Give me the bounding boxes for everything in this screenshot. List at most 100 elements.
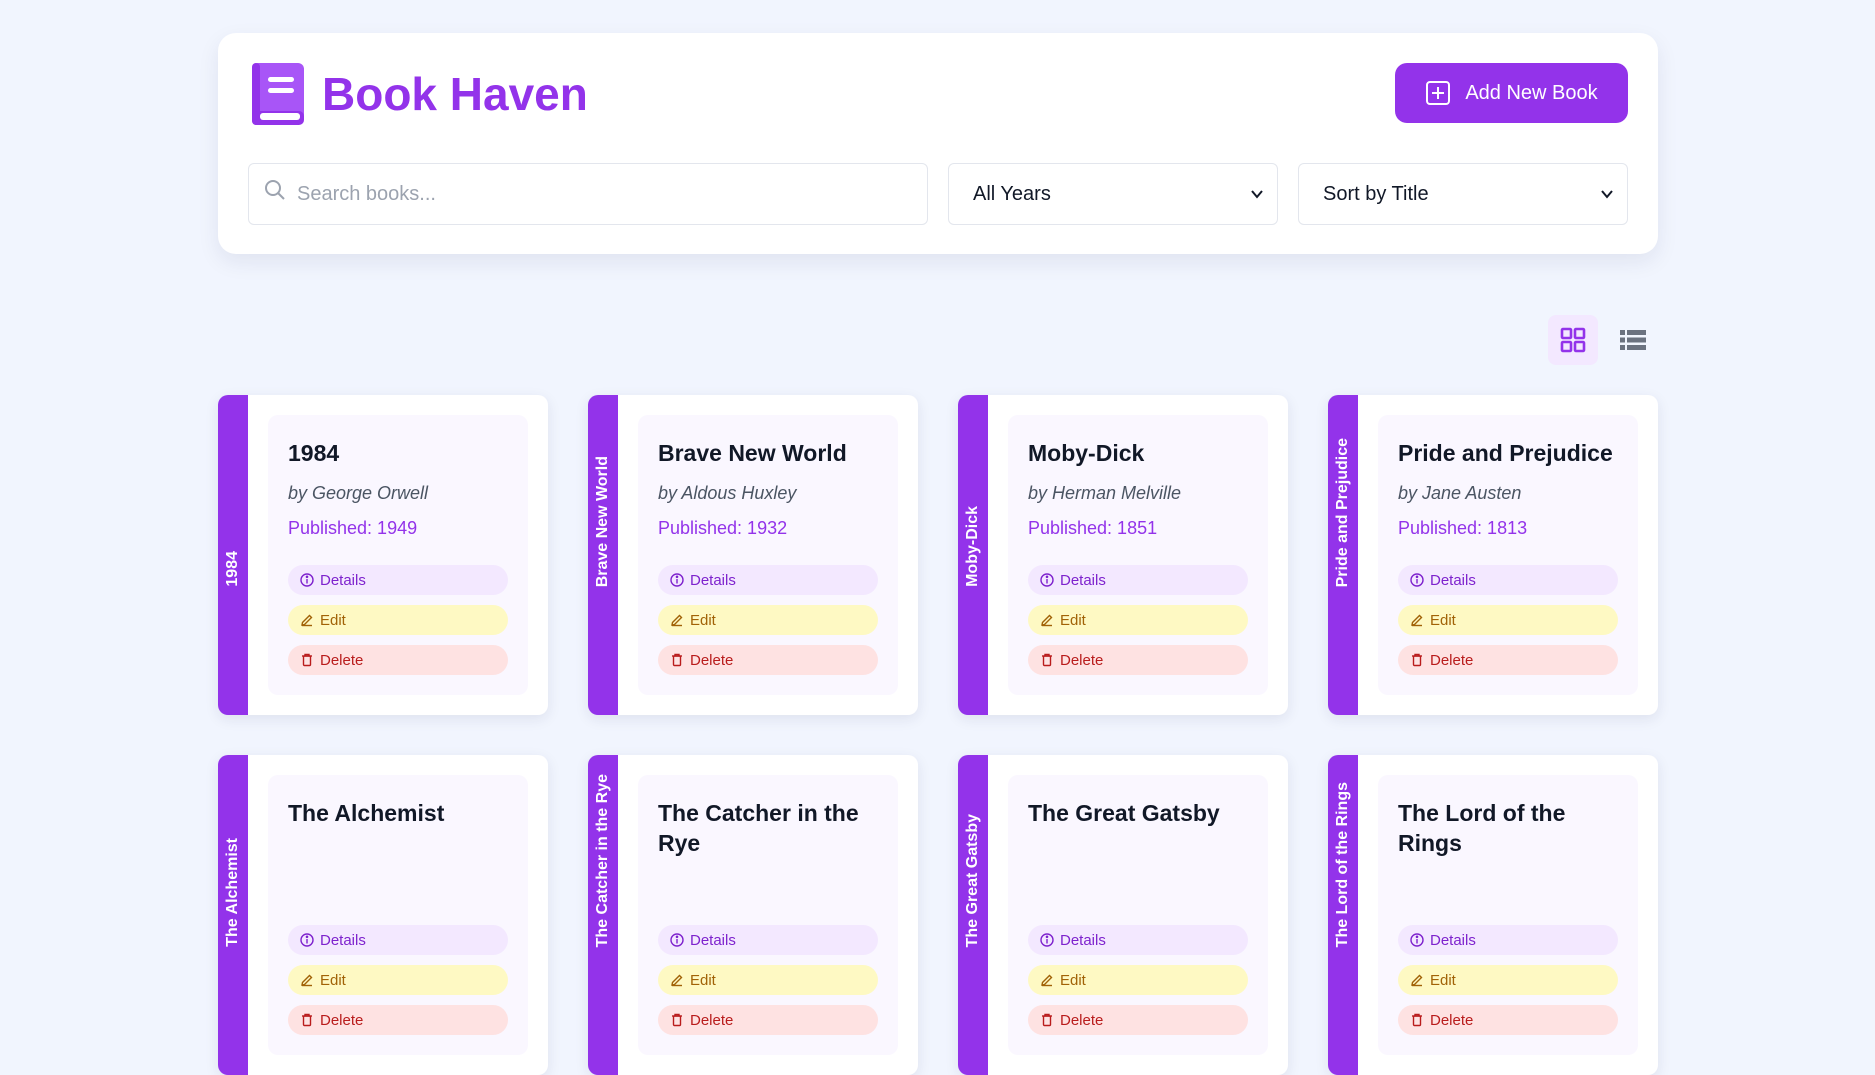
edit-button[interactable]: Edit [1028, 965, 1248, 995]
details-button[interactable]: Details [1028, 925, 1248, 955]
list-view-button[interactable] [1608, 315, 1658, 365]
book-author: by Jane Austen [1398, 483, 1522, 503]
book-spine: The Great Gatsby [958, 755, 988, 1075]
chevron-down-icon [1251, 190, 1263, 199]
details-button[interactable]: Details [288, 925, 508, 955]
book-spine-title: 1984 [224, 551, 241, 587]
book-spine-title: Pride and Prejudice [1334, 437, 1351, 587]
book-card-1: 1984 1984 by George Orwell Published: 19… [218, 395, 548, 715]
grid-view-icon [1560, 327, 1586, 353]
edit-button[interactable]: Edit [288, 605, 508, 635]
edit-label: Edit [1430, 611, 1456, 629]
book-spine: Brave New World [588, 395, 618, 715]
book-spine-title: Brave New World [594, 455, 611, 587]
delete-label: Delete [320, 651, 364, 669]
trash-icon [1042, 653, 1052, 667]
trash-icon [672, 653, 682, 667]
edit-button[interactable]: Edit [658, 965, 878, 995]
search-icon [265, 180, 285, 200]
book-card-7: The Great Gatsby The Great Gatsby Detail… [958, 755, 1288, 1075]
edit-button[interactable]: Edit [1398, 965, 1618, 995]
pencil-icon [301, 614, 313, 627]
edit-button[interactable]: Edit [288, 965, 508, 995]
details-label: Details [320, 931, 366, 949]
book-published: Published: 1851 [1028, 518, 1158, 538]
book-card-5: The Alchemist The Alchemist Details Edit [218, 755, 548, 1075]
grid-view-button[interactable] [1548, 315, 1598, 365]
plus-square-icon [1426, 81, 1451, 105]
book-author: by Aldous Huxley [658, 483, 797, 503]
book-card-8: The Lord of the Rings The Lord of the Ri… [1328, 755, 1658, 1075]
year-filter-select[interactable]: All Years [948, 163, 1278, 225]
details-button[interactable]: Details [288, 565, 508, 595]
info-icon [300, 933, 314, 947]
book-title: The Great Gatsby [1028, 800, 1220, 826]
details-button[interactable]: Details [1028, 565, 1248, 595]
book-title: The Catcher in the Rye [658, 800, 859, 856]
delete-button[interactable]: Delete [288, 1005, 508, 1035]
sort-select[interactable]: Sort by Title [1298, 163, 1628, 225]
details-label: Details [1060, 571, 1106, 589]
details-button[interactable]: Details [658, 925, 878, 955]
book-card-4: Pride and Prejudice Pride and Prejudice … [1328, 395, 1658, 715]
details-label: Details [690, 571, 736, 589]
edit-label: Edit [1430, 971, 1456, 989]
trash-icon [1042, 1013, 1052, 1027]
year-filter-value: All Years [973, 182, 1051, 205]
search-box[interactable] [248, 163, 928, 225]
book-published: Published: 1932 [658, 518, 788, 538]
delete-label: Delete [690, 1011, 734, 1029]
delete-button[interactable]: Delete [658, 1005, 878, 1035]
book-spine-title: Moby-Dick [964, 506, 981, 587]
book-card-body: The Catcher in the Rye Details Edit Dele [638, 775, 898, 1055]
delete-label: Delete [690, 651, 734, 669]
delete-label: Delete [320, 1011, 364, 1029]
details-button[interactable]: Details [658, 565, 878, 595]
book-published: Published: 1813 [1398, 518, 1528, 538]
sort-select-value: Sort by Title [1323, 182, 1429, 205]
edit-label: Edit [690, 611, 716, 629]
list-view-icon [1620, 330, 1646, 350]
details-label: Details [690, 931, 736, 949]
book-card-body: Brave New World by Aldous Huxley Publish… [638, 415, 898, 695]
delete-button[interactable]: Delete [1028, 1005, 1248, 1035]
book-spine: The Alchemist [218, 755, 248, 1075]
pencil-icon [1411, 614, 1423, 627]
pencil-icon [301, 974, 313, 987]
info-icon [1040, 933, 1054, 947]
details-button[interactable]: Details [1398, 925, 1618, 955]
book-spine-title: The Lord of the Rings [1334, 781, 1351, 947]
delete-button[interactable]: Delete [658, 645, 878, 675]
trash-icon [1412, 653, 1422, 667]
search-input[interactable] [297, 164, 897, 224]
delete-button[interactable]: Delete [1398, 1005, 1618, 1035]
edit-button[interactable]: Edit [658, 605, 878, 635]
details-button[interactable]: Details [1398, 565, 1618, 595]
book-card-body: The Great Gatsby Details Edit Delete [1008, 775, 1268, 1055]
book-title: 1984 [288, 440, 340, 466]
chevron-down-icon [1601, 190, 1613, 199]
delete-button[interactable]: Delete [1028, 645, 1248, 675]
book-author: by George Orwell [288, 483, 429, 503]
book-logo-icon [252, 63, 304, 125]
book-card-2: Brave New World Brave New World by Aldou… [588, 395, 918, 715]
book-card-body: 1984 by George Orwell Published: 1949 De… [268, 415, 528, 695]
trash-icon [672, 1013, 682, 1027]
trash-icon [1412, 1013, 1422, 1027]
book-spine: Moby-Dick [958, 395, 988, 715]
details-label: Details [1430, 931, 1476, 949]
info-icon [1040, 573, 1054, 587]
delete-button[interactable]: Delete [288, 645, 508, 675]
delete-button[interactable]: Delete [1398, 645, 1618, 675]
edit-button[interactable]: Edit [1028, 605, 1248, 635]
book-title: The Alchemist [288, 800, 445, 826]
book-author: by Herman Melville [1028, 483, 1182, 503]
edit-button[interactable]: Edit [1398, 605, 1618, 635]
book-title: Brave New World [658, 440, 847, 466]
brand: Book Haven [250, 63, 588, 125]
book-card-6: The Catcher in the Rye The Catcher in th… [588, 755, 918, 1075]
info-icon [300, 573, 314, 587]
book-card-body: The Alchemist Details Edit Delete [268, 775, 528, 1055]
add-new-book-button[interactable]: Add New Book [1395, 63, 1628, 123]
info-icon [1410, 933, 1424, 947]
